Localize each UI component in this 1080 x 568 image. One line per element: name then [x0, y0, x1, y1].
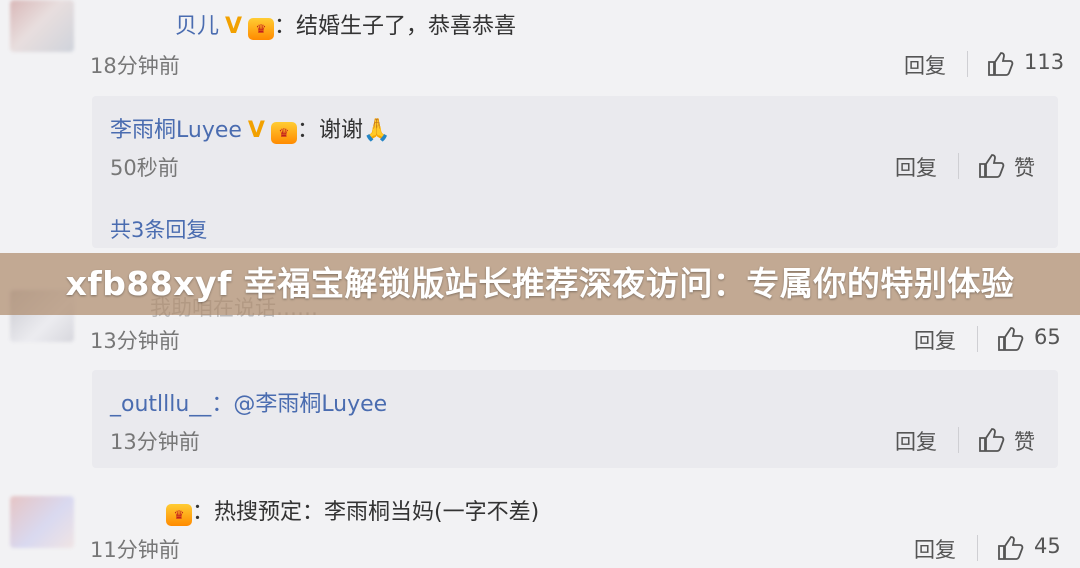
verified-v-icon: V — [247, 118, 265, 143]
reply-time: 13分钟前 — [110, 430, 200, 454]
reply-button[interactable]: 回复 — [914, 325, 956, 355]
divider — [958, 153, 959, 179]
like-count: 65 — [1034, 325, 1061, 349]
comment-username[interactable]: 贝儿 — [175, 14, 219, 39]
crown-badge-icon: ♛ — [248, 17, 275, 40]
avatar[interactable] — [10, 496, 74, 548]
crown-badge-icon: ♛ — [270, 121, 297, 144]
comment-header: ♛ ：热搜预定：李雨桐当妈(一字不差) — [160, 494, 539, 526]
comment-text: ：热搜预定：李雨桐当妈(一字不差) — [192, 500, 540, 525]
like-button[interactable] — [977, 427, 1005, 453]
reply-header: _outlllu__：@李雨桐Luyee — [110, 386, 387, 418]
like-count: 113 — [1024, 50, 1065, 74]
avatar[interactable] — [10, 0, 74, 52]
thumb-up-icon — [998, 536, 1024, 560]
like-label[interactable]: 赞 — [1014, 152, 1035, 182]
reply-time: 50秒前 — [110, 156, 179, 180]
reply-username[interactable]: 李雨桐Luyee — [110, 118, 242, 143]
reply-text[interactable]: ：@李雨桐Luyee — [211, 392, 387, 417]
reply-button[interactable]: 回复 — [895, 152, 937, 182]
comment-time: 13分钟前 — [90, 329, 180, 353]
banner-title: xfb88xyf 幸福宝解锁版站长推荐深夜访问：专属你的特别体验 — [65, 264, 1015, 303]
like-button[interactable] — [996, 326, 1024, 352]
divider — [977, 326, 978, 352]
comment-time: 18分钟前 — [90, 54, 180, 78]
like-button[interactable] — [986, 51, 1014, 77]
divider — [977, 535, 978, 561]
thumb-up-icon — [988, 52, 1014, 76]
thumb-up-icon — [998, 327, 1024, 351]
divider — [967, 51, 968, 77]
thumb-up-icon — [979, 154, 1005, 178]
more-replies-link[interactable]: 共3条回复 — [110, 214, 207, 244]
verified-v-icon: V — [225, 14, 243, 39]
like-button[interactable] — [996, 535, 1024, 561]
like-count: 45 — [1034, 534, 1061, 558]
reply-header: 李雨桐Luyee V ♛ ：谢谢🙏 — [110, 112, 390, 144]
reply-button[interactable]: 回复 — [904, 50, 946, 80]
reply-text: ：谢谢🙏 — [296, 118, 391, 143]
comment-text: ：结婚生子了，恭喜恭喜 — [274, 14, 517, 39]
like-label[interactable]: 赞 — [1014, 426, 1035, 456]
reply-button[interactable]: 回复 — [895, 426, 937, 456]
comment-time: 11分钟前 — [90, 538, 180, 562]
reply-username[interactable]: _outlllu__ — [110, 392, 211, 417]
reply-thread: _outlllu__：@李雨桐Luyee 13分钟前 回复 赞 — [92, 370, 1058, 468]
thumb-up-icon — [979, 428, 1005, 452]
comment-header: 贝儿 V ♛ ：结婚生子了，恭喜恭喜 — [175, 8, 516, 40]
divider — [958, 427, 959, 453]
crown-badge-icon: ♛ — [166, 503, 192, 526]
reply-thread: 李雨桐Luyee V ♛ ：谢谢🙏 50秒前 回复 赞 共3条回复 — [92, 96, 1058, 248]
like-button[interactable] — [977, 153, 1005, 179]
reply-button[interactable]: 回复 — [914, 534, 956, 564]
